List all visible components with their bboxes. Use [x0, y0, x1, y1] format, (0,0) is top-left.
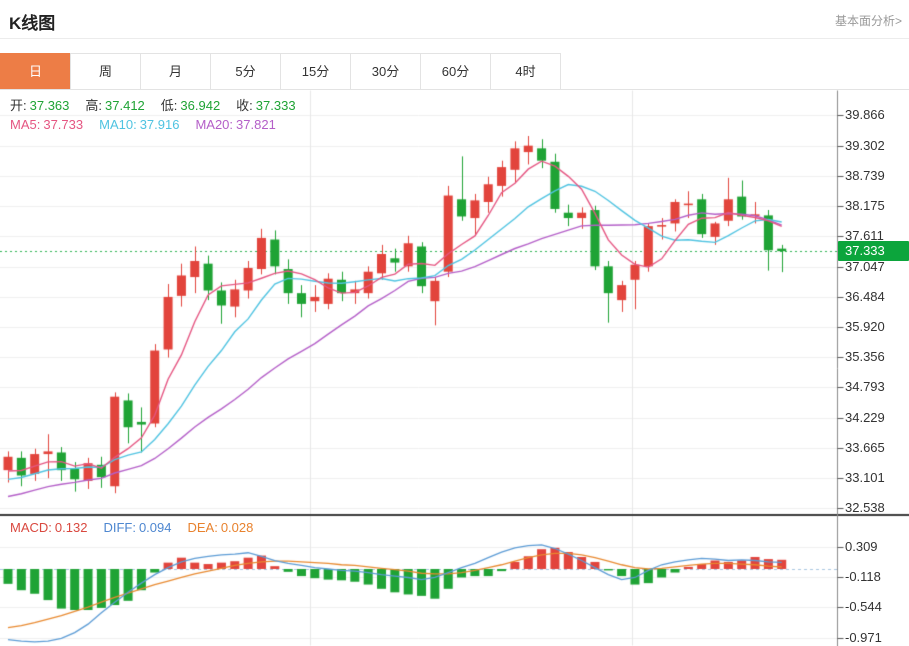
y-axis-label: 33.665 [845, 440, 885, 456]
ma-readout: MA5:37.733 MA10:37.916 MA20:37.821 [10, 117, 292, 132]
header-divider [0, 38, 909, 39]
y-axis-label: 33.101 [845, 470, 885, 486]
ohlc-row-item: 低:36.942 [161, 98, 220, 113]
ohlc-readout: 开:37.363 高:37.412 低:36.942 收:37.333 [10, 95, 312, 114]
y-axis-label: 35.920 [845, 319, 885, 335]
macd-row-item: DEA:0.028 [187, 520, 253, 535]
tab-15min[interactable]: 15分 [280, 53, 351, 90]
y-axis-label: 35.356 [845, 349, 885, 365]
y-axis-label: 38.739 [845, 168, 885, 184]
macd-row-item: DIFF:0.094 [103, 520, 171, 535]
ma-row-item: MA20:37.821 [195, 117, 275, 132]
macd-y-axis-label: -0.971 [845, 630, 882, 646]
macd-y-axis-label: 0.309 [845, 539, 878, 555]
tab-60min[interactable]: 60分 [420, 53, 491, 90]
macd-readout: MACD:0.132 DIFF:0.094 DEA:0.028 [10, 520, 269, 535]
y-axis-label: 39.302 [845, 138, 885, 154]
macd-y-axis-label: -0.118 [845, 569, 881, 585]
macd-row-item: MACD:0.132 [10, 520, 87, 535]
ma-row-item: MA10:37.916 [99, 117, 179, 132]
y-axis-label: 38.175 [845, 198, 885, 214]
ohlc-row-item: 开:37.363 [10, 98, 69, 113]
y-axis-label: 36.484 [845, 289, 885, 305]
fundamental-analysis-link[interactable]: 基本面分析> [835, 12, 902, 29]
period-tab-bar: 日周月5分15分30分60分4时 [0, 53, 561, 90]
ohlc-row-item: 收:37.333 [236, 98, 295, 113]
tab-day[interactable]: 日 [0, 53, 71, 90]
tab-bar-underline [0, 89, 909, 90]
tab-week[interactable]: 周 [70, 53, 141, 90]
y-axis-label: 34.793 [845, 379, 885, 395]
macd-y-axis-label: -0.544 [845, 599, 882, 615]
tab-30min[interactable]: 30分 [350, 53, 421, 90]
ohlc-row-item: 高:37.412 [85, 98, 144, 113]
y-axis-label: 34.229 [845, 410, 885, 426]
y-axis-label: 32.538 [845, 500, 885, 516]
tab-4hour[interactable]: 4时 [490, 53, 561, 90]
page-title: K线图 [9, 9, 55, 34]
current-price-badge: 37.333 [838, 241, 909, 261]
ma-row-item: MA5:37.733 [10, 117, 83, 132]
tab-month[interactable]: 月 [140, 53, 211, 90]
tab-5min[interactable]: 5分 [210, 53, 281, 90]
y-axis-label: 39.866 [845, 107, 885, 123]
